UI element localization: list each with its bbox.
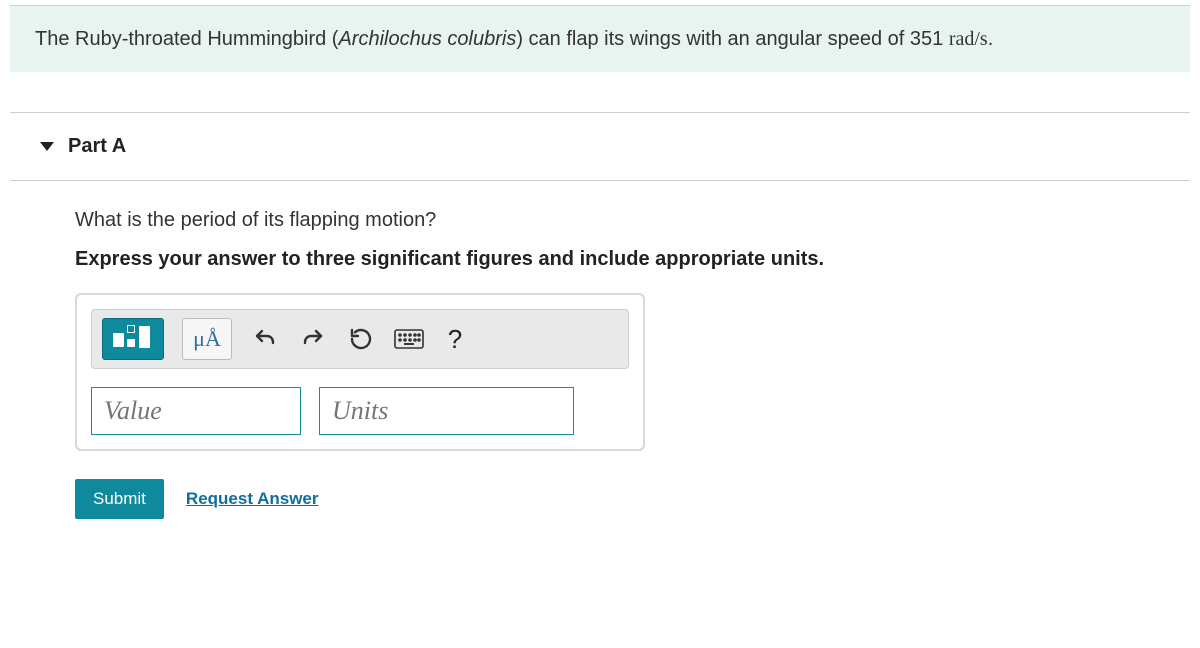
part-title: Part A <box>68 135 126 158</box>
problem-statement: The Ruby-throated Hummingbird (Archiloch… <box>10 5 1190 72</box>
redo-icon <box>301 327 325 351</box>
redo-button[interactable] <box>298 318 328 360</box>
prompt-after: ) can flap its wings with an angular spe… <box>516 28 948 50</box>
undo-icon <box>253 327 277 351</box>
actions-row: Submit Request Answer <box>75 479 1200 519</box>
reset-button[interactable] <box>346 318 376 360</box>
help-label: ? <box>448 324 462 355</box>
request-answer-link[interactable]: Request Answer <box>186 489 319 509</box>
help-button[interactable]: ? <box>442 318 468 360</box>
keyboard-button[interactable] <box>394 318 424 360</box>
reset-icon <box>349 327 373 351</box>
keyboard-icon <box>394 329 424 349</box>
prompt-before: The Ruby-throated Hummingbird ( <box>35 28 338 50</box>
part-header[interactable]: Part A <box>10 112 1190 181</box>
units-input[interactable] <box>319 387 574 435</box>
part-content: What is the period of its flapping motio… <box>0 181 1200 519</box>
answer-toolbar: μÅ <box>91 309 629 369</box>
caret-down-icon <box>40 142 54 151</box>
prompt-unit: rad/s <box>949 28 988 50</box>
undo-button[interactable] <box>250 318 280 360</box>
submit-button[interactable]: Submit <box>75 479 164 519</box>
species-name: Archilochus colubris <box>338 28 516 50</box>
answer-box: μÅ <box>75 293 645 451</box>
question-text: What is the period of its flapping motio… <box>75 209 1200 232</box>
symbols-label: μÅ <box>193 326 221 352</box>
value-input[interactable] <box>91 387 301 435</box>
prompt-period: . <box>988 28 994 50</box>
inputs-row <box>91 387 629 435</box>
instruction-text: Express your answer to three significant… <box>75 248 1200 271</box>
templates-button[interactable] <box>102 318 164 360</box>
symbols-button[interactable]: μÅ <box>182 318 232 360</box>
